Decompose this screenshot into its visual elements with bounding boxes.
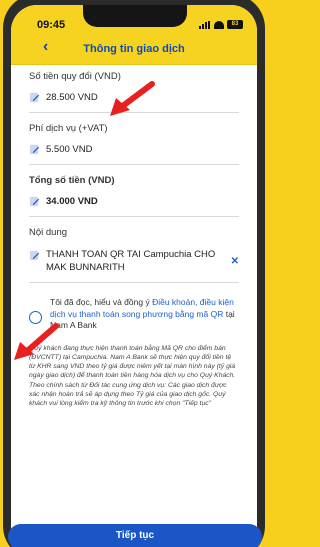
wifi-icon xyxy=(214,20,224,29)
agreement-prefix: Tôi đã đọc, hiểu và đồng ý xyxy=(50,297,153,307)
exchange-note: Quý khách đang thực hiện thanh toán bằng… xyxy=(29,344,239,409)
note-paragraph-1: Quý khách đang thực hiện thanh toán bằng… xyxy=(29,344,236,380)
status-icons: 83 xyxy=(199,20,243,29)
continue-button[interactable]: Tiếp tục xyxy=(8,524,262,547)
content-value: THANH TOAN QR TAI Campuchia CHO MAK BUNN… xyxy=(46,249,216,273)
total-amount-field: 34.000 VND xyxy=(29,196,239,217)
camera-notch xyxy=(83,5,187,27)
edit-icon xyxy=(29,196,40,207)
service-fee-value: 5.500 VND xyxy=(46,144,93,155)
edit-icon xyxy=(29,250,40,261)
total-amount-value: 34.000 VND xyxy=(46,196,98,207)
content-label: Nội dung xyxy=(29,227,68,238)
red-arrow-icon xyxy=(110,81,155,116)
page-title: Thông tin giao dịch xyxy=(83,43,185,55)
content-input[interactable]: THANH TOAN QR TAI Campuchia CHO MAK BUNN… xyxy=(29,248,239,283)
edit-icon xyxy=(29,92,40,103)
agreement-text: Tôi đã đọc, hiểu và đồng ý Điều khoản, đ… xyxy=(50,297,239,332)
close-icon[interactable]: ✕ xyxy=(231,256,239,267)
note-paragraph-2: Theo chính sách từ Đối tác cung ứng dịch… xyxy=(29,381,227,408)
service-fee-label: Phí dịch vụ (+VAT) xyxy=(29,123,108,134)
status-bar: 09:45 83 xyxy=(11,5,257,35)
status-time: 09:45 xyxy=(37,19,66,31)
total-amount-label: Tổng số tiền (VND) xyxy=(29,175,115,186)
red-arrow-icon xyxy=(14,323,59,360)
app-header: ‹ Thông tin giao dịch xyxy=(11,35,257,65)
battery-icon: 83 xyxy=(227,20,243,29)
signal-icon xyxy=(199,20,211,29)
service-fee-field: 5.500 VND xyxy=(29,144,239,165)
converted-amount-value: 28.500 VND xyxy=(46,92,98,103)
agreement-row: Tôi đã đọc, hiểu và đồng ý Điều khoản, đ… xyxy=(29,297,239,332)
edit-icon xyxy=(29,144,40,155)
